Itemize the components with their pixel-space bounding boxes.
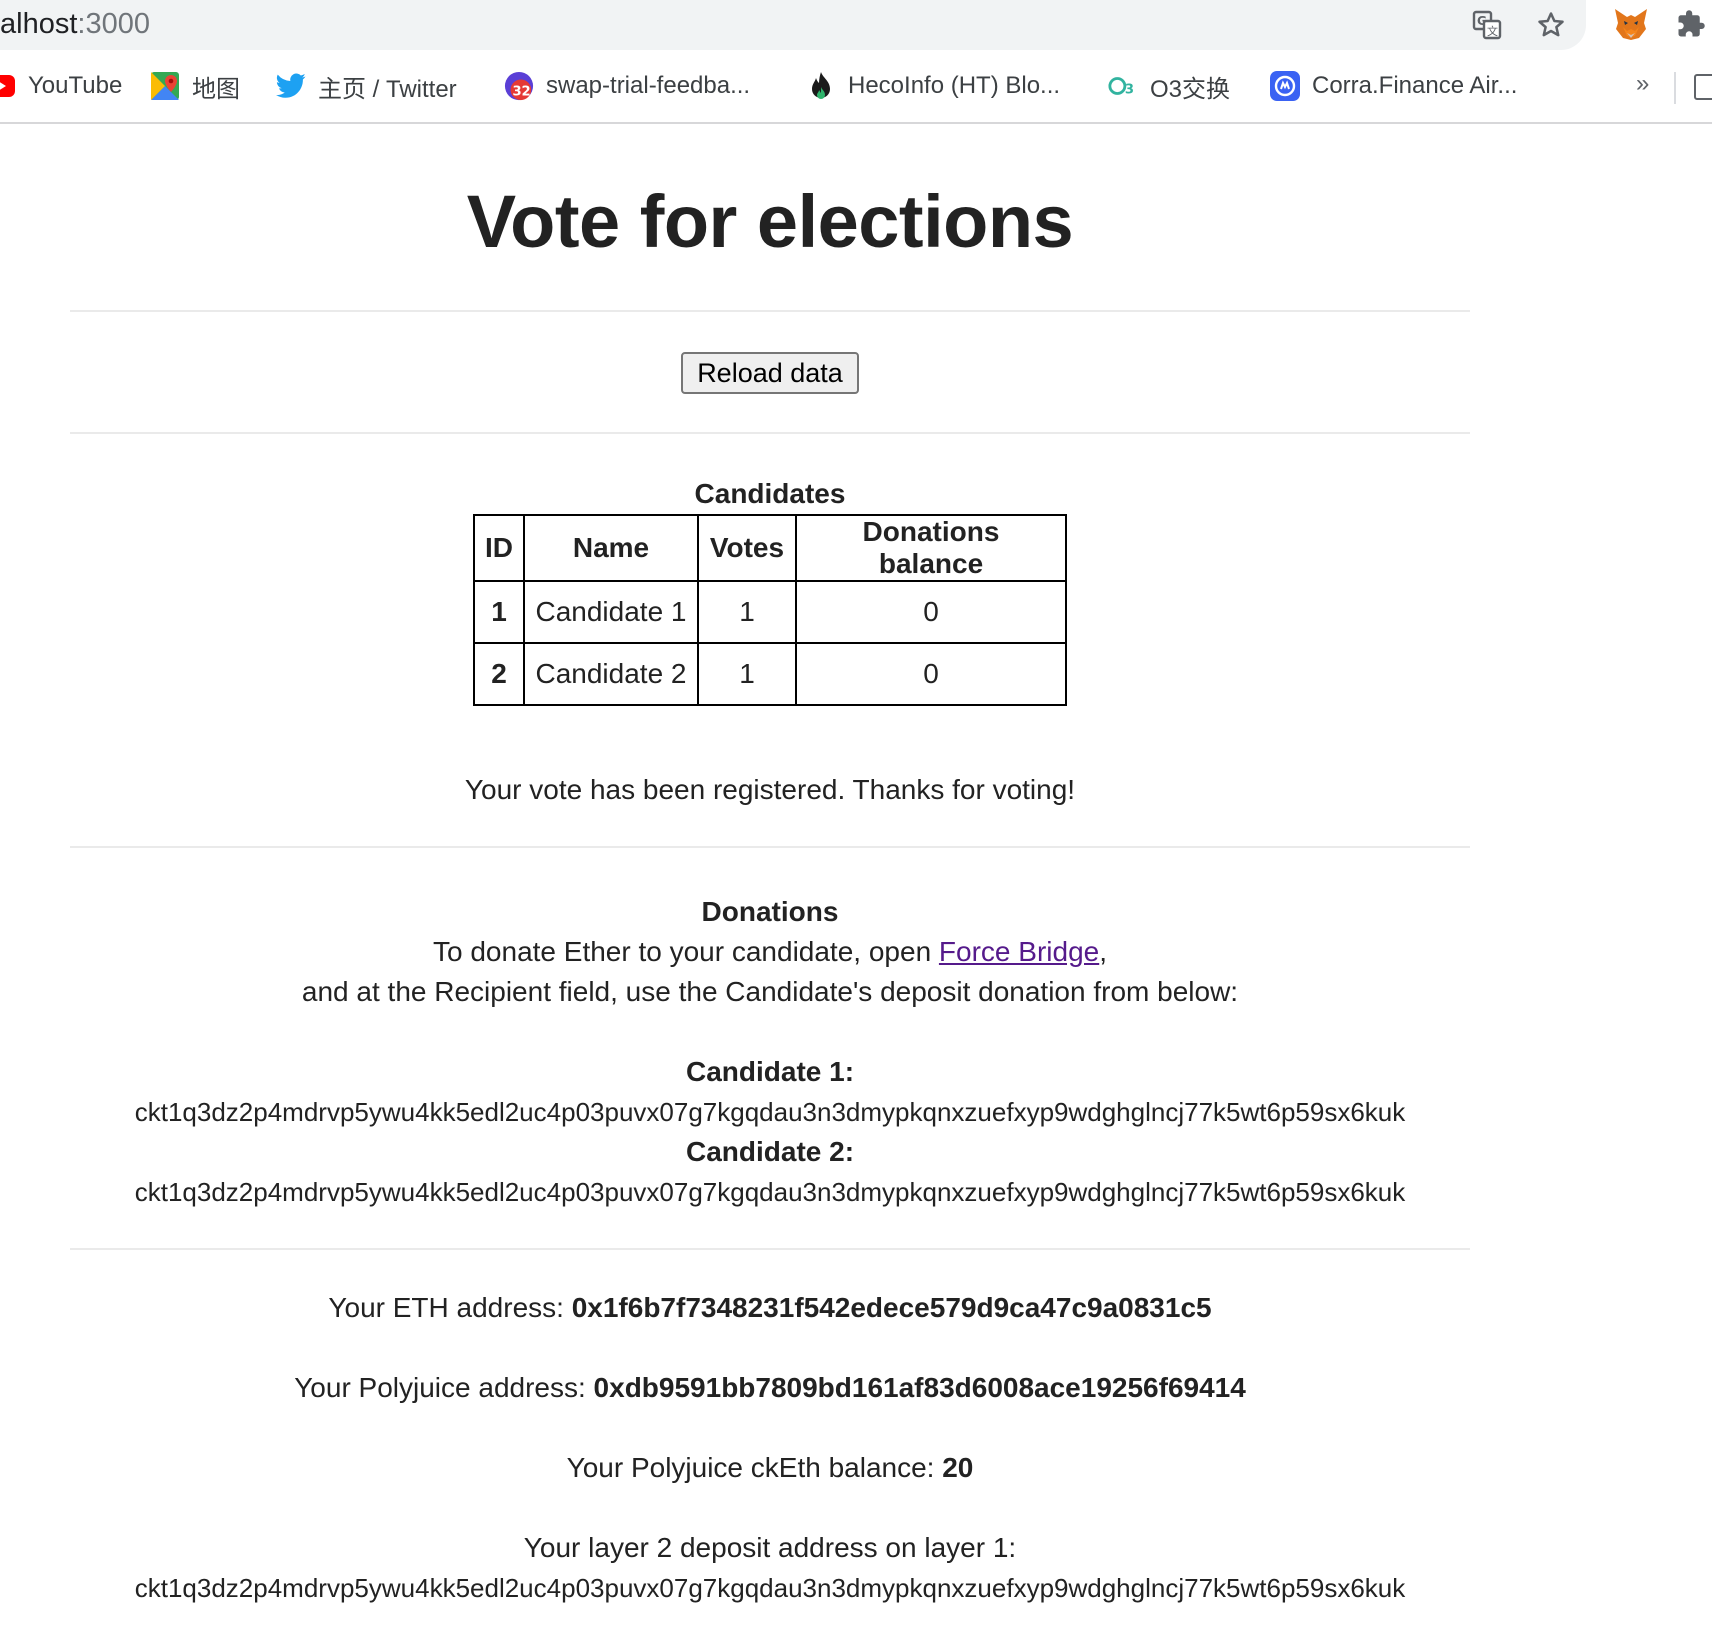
cell-donations: 0 bbox=[795, 580, 1067, 644]
o3-icon: 3 bbox=[1108, 71, 1138, 101]
force-bridge-link[interactable]: Force Bridge bbox=[939, 936, 1099, 967]
donations-instructions-line1: To donate Ether to your candidate, open … bbox=[70, 932, 1470, 972]
candidate-deposit-address: ckt1q3dz2p4mdrvp5ywu4kk5edl2uc4p03puvx07… bbox=[134, 1177, 1406, 1207]
bookmark-label: 主页 / Twitter bbox=[318, 75, 457, 103]
table-row: 2 Candidate 2 1 0 bbox=[473, 642, 1067, 706]
bookmark-hecoinfo[interactable]: HecoInfo (HT) Blo... bbox=[806, 66, 1060, 106]
table-header-row: ID Name Votes Donations balance bbox=[473, 514, 1067, 582]
donations-instructions-line2: and at the Recipient field, use the Cand… bbox=[301, 976, 1239, 1007]
bookmarks-divider bbox=[1674, 72, 1676, 104]
donations-title: Donations bbox=[701, 896, 839, 927]
browser-chrome: alhost:3000 G 文 YouTube 地图 主页 / Twitter … bbox=[0, 0, 1712, 124]
candidate-deposit-list: Candidate 1: ckt1q3dz2p4mdrvp5ywu4kk5edl… bbox=[70, 1052, 1470, 1212]
svg-text:3: 3 bbox=[1125, 83, 1134, 98]
candidate-deposit-label: Candidate 1: bbox=[685, 1056, 855, 1087]
bookmark-corra[interactable]: Corra.Finance Air... bbox=[1270, 66, 1517, 106]
bookmark-label: O3交换 bbox=[1150, 75, 1231, 103]
cketh-balance-value: 20 bbox=[942, 1452, 974, 1483]
column-header-votes: Votes bbox=[697, 514, 797, 582]
youtube-icon bbox=[0, 71, 16, 101]
url-port: :3000 bbox=[77, 8, 150, 40]
bookmark-label: HecoInfo (HT) Blo... bbox=[848, 72, 1061, 99]
divider bbox=[70, 846, 1470, 848]
donations-section: Donations To donate Ether to your candid… bbox=[70, 892, 1470, 1212]
page-title: Vote for elections bbox=[466, 180, 1074, 263]
eth-address-value: 0x1f6b7f7348231f542edece579d9ca47c9a0831… bbox=[571, 1292, 1212, 1323]
donations-text-suffix: , bbox=[1099, 936, 1107, 967]
cell-id: 1 bbox=[473, 580, 525, 644]
vote-registered-message: Your vote has been registered. Thanks fo… bbox=[464, 774, 1076, 805]
divider bbox=[70, 1248, 1470, 1250]
column-header-name: Name bbox=[523, 514, 699, 582]
badge-count: 32 bbox=[512, 84, 530, 99]
account-info-section: Your ETH address: 0x1f6b7f7348231f542ede… bbox=[70, 1288, 1470, 1608]
eth-address-label: Your ETH address: bbox=[328, 1292, 572, 1323]
cell-votes: 1 bbox=[697, 580, 797, 644]
bookmark-o3[interactable]: 3 O3交换 bbox=[1108, 66, 1230, 106]
cell-donations: 0 bbox=[795, 642, 1067, 706]
bookmark-label: 地图 bbox=[192, 75, 240, 103]
column-header-id: ID bbox=[473, 514, 525, 582]
deposit-address-value: ckt1q3dz2p4mdrvp5ywu4kk5edl2uc4p03puvx07… bbox=[134, 1573, 1406, 1603]
candidate-deposit-label: Candidate 2: bbox=[685, 1136, 855, 1167]
page-content: Vote for elections Reload data Candidate… bbox=[70, 124, 1470, 1608]
bookmark-maps[interactable]: 地图 bbox=[150, 66, 240, 106]
cketh-balance-label: Your Polyjuice ckEth balance: bbox=[566, 1452, 943, 1483]
cell-votes: 1 bbox=[697, 642, 797, 706]
svg-text:文: 文 bbox=[1487, 24, 1498, 38]
translate-icon[interactable]: G 文 bbox=[1468, 6, 1506, 44]
donations-text: To donate Ether to your candidate, open bbox=[433, 936, 939, 967]
polyjuice-address-line: Your Polyjuice address: 0xdb9591bb7809bd… bbox=[70, 1368, 1470, 1408]
cell-id: 2 bbox=[473, 642, 525, 706]
divider bbox=[70, 432, 1470, 434]
divider bbox=[70, 310, 1470, 312]
bookmark-label: Corra.Finance Air... bbox=[1312, 72, 1518, 99]
address-bar[interactable]: alhost:3000 G 文 bbox=[0, 0, 1586, 50]
candidate-deposit-address: ckt1q3dz2p4mdrvp5ywu4kk5edl2uc4p03puvx07… bbox=[134, 1097, 1406, 1127]
corra-icon bbox=[1270, 71, 1300, 101]
google-maps-icon bbox=[150, 71, 180, 101]
table-caption: Candidates bbox=[694, 478, 846, 509]
table-row: 1 Candidate 1 1 0 bbox=[473, 580, 1067, 644]
polyjuice-address-label: Your Polyjuice address: bbox=[294, 1372, 594, 1403]
reading-list-icon[interactable] bbox=[1694, 74, 1712, 100]
eth-address-line: Your ETH address: 0x1f6b7f7348231f542ede… bbox=[70, 1288, 1470, 1328]
twitter-icon bbox=[276, 71, 306, 101]
reload-data-button[interactable]: Reload data bbox=[681, 352, 859, 394]
bookmark-label: swap-trial-feedba... bbox=[546, 72, 751, 99]
url-text[interactable]: alhost:3000 bbox=[0, 6, 150, 42]
bookmark-youtube[interactable]: YouTube bbox=[0, 66, 122, 106]
url-host: alhost bbox=[0, 8, 78, 40]
bookmark-star-icon[interactable] bbox=[1532, 6, 1570, 44]
extensions-puzzle-icon[interactable] bbox=[1668, 2, 1712, 46]
flame-icon bbox=[806, 71, 836, 101]
bookmarks-overflow-button[interactable]: » bbox=[1636, 70, 1649, 98]
bookmarks-bar: YouTube 地图 主页 / Twitter 32 swap-trial-fe… bbox=[0, 62, 1712, 112]
cell-name: Candidate 1 bbox=[523, 580, 699, 644]
bookmark-twitter[interactable]: 主页 / Twitter bbox=[276, 66, 457, 106]
deposit-address-label: Your layer 2 deposit address on layer 1: bbox=[523, 1532, 1017, 1563]
polyjuice-address-value: 0xdb9591bb7809bd161af83d6008ace19256f694… bbox=[593, 1372, 1246, 1403]
candidates-table: Candidates ID Name Votes Donations balan… bbox=[473, 478, 1067, 706]
cell-name: Candidate 2 bbox=[523, 642, 699, 706]
badge-32-icon: 32 bbox=[504, 71, 534, 101]
bookmark-label: YouTube bbox=[28, 72, 123, 99]
column-header-donations: Donations balance bbox=[795, 514, 1067, 582]
metamask-fox-icon[interactable] bbox=[1608, 2, 1654, 46]
bookmark-swap-trial[interactable]: 32 swap-trial-feedba... bbox=[504, 66, 750, 106]
cketh-balance-line: Your Polyjuice ckEth balance: 20 bbox=[70, 1448, 1470, 1488]
